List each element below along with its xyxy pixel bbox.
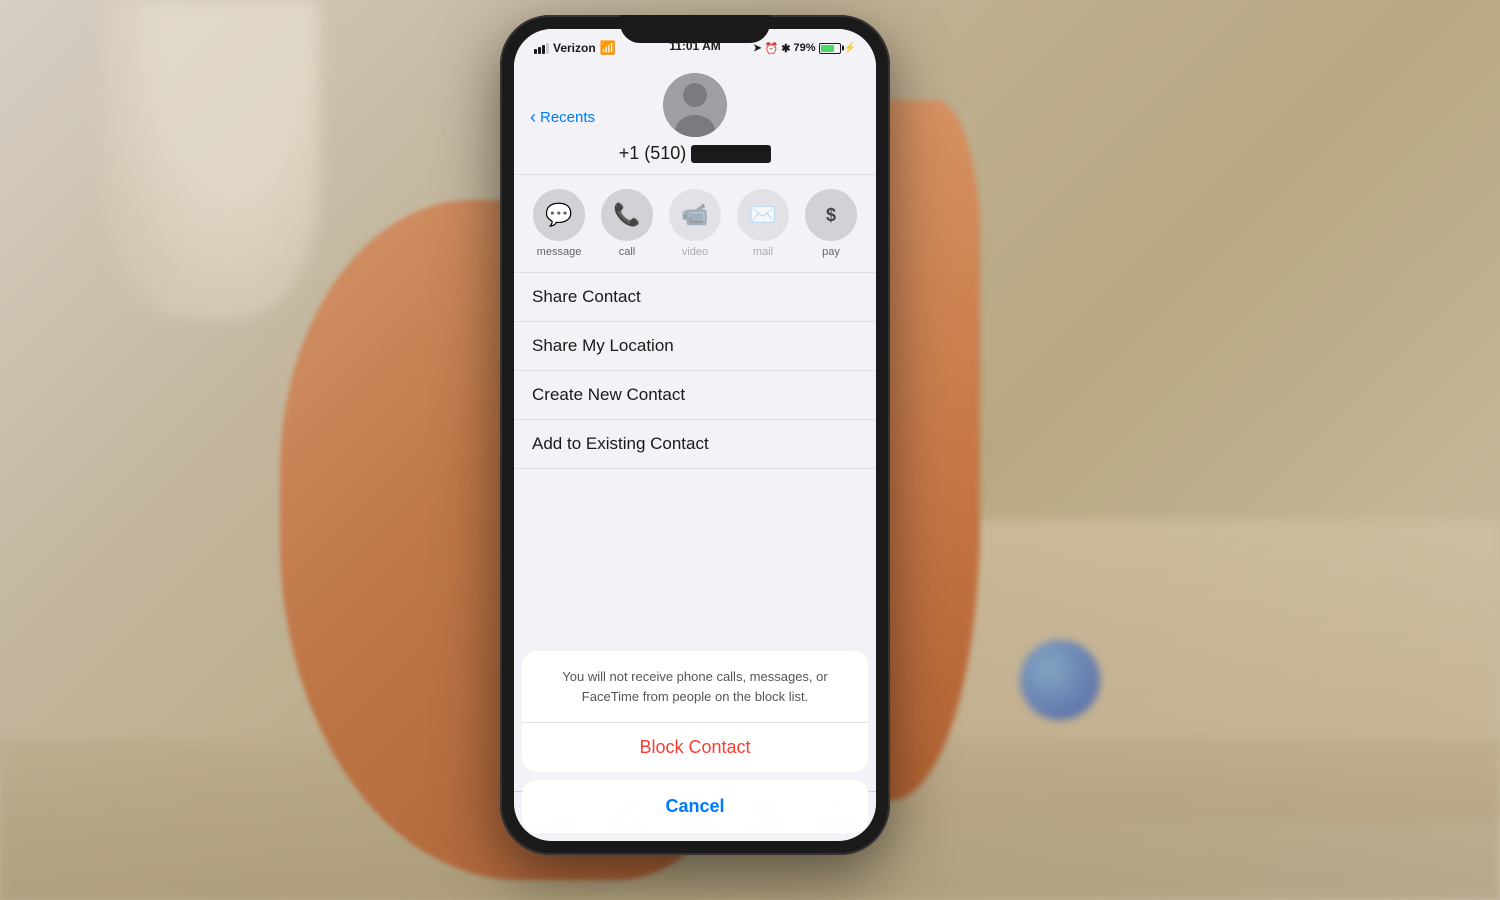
mail-button[interactable]: ✉️ mail [737, 189, 789, 258]
battery-icon [819, 43, 841, 54]
share-location-item[interactable]: Share My Location [514, 322, 876, 371]
avatar [663, 73, 727, 137]
phone-screen: Verizon 📶 11:01 AM ➤ ⏰ ✱ 79% ⚡ [514, 29, 876, 841]
signal-bar-4 [546, 43, 549, 54]
call-label: call [619, 246, 636, 258]
add-existing-item[interactable]: Add to Existing Contact [514, 420, 876, 469]
video-icon: 📹 [669, 189, 721, 241]
message-button[interactable]: 💬 message [533, 189, 585, 258]
alert-overlay: You will not receive phone calls, messag… [514, 651, 876, 841]
pay-label: pay [822, 246, 840, 258]
create-contact-item[interactable]: Create New Contact [514, 371, 876, 420]
avatar-svg [663, 73, 727, 137]
alert-card: You will not receive phone calls, messag… [522, 651, 868, 772]
cancel-label: Cancel [665, 796, 724, 816]
call-icon: 📞 [601, 189, 653, 241]
signal-bar-3 [542, 45, 545, 54]
share-location-label: Share My Location [532, 336, 674, 355]
charging-icon: ⚡ [844, 43, 856, 54]
video-button[interactable]: 📹 video [669, 189, 721, 258]
share-contact-label: Share Contact [532, 287, 641, 306]
wifi-icon: 📶 [600, 40, 616, 56]
signal-bar-1 [534, 49, 537, 54]
block-contact-button[interactable]: Block Contact [522, 723, 868, 772]
carrier-label: Verizon [553, 41, 596, 55]
notch [620, 15, 770, 43]
bluetooth-icon: ✱ [781, 42, 790, 55]
add-existing-label: Add to Existing Contact [532, 434, 709, 453]
phone-redacted [691, 145, 771, 163]
phone-prefix: +1 (510) [619, 143, 687, 163]
cancel-button[interactable]: Cancel [522, 780, 868, 833]
back-button[interactable]: ‹ Recents [530, 107, 595, 128]
phone: Verizon 📶 11:01 AM ➤ ⏰ ✱ 79% ⚡ [500, 15, 890, 855]
phone-body: Verizon 📶 11:01 AM ➤ ⏰ ✱ 79% ⚡ [500, 15, 890, 855]
signal-bar-2 [538, 47, 541, 54]
alarm-icon: ⏰ [765, 42, 779, 55]
alert-message: You will not receive phone calls, messag… [522, 651, 868, 723]
video-label: video [682, 246, 708, 258]
block-contact-label: Block Contact [639, 737, 750, 757]
location-icon: ➤ [753, 43, 761, 54]
mail-icon: ✉️ [737, 189, 789, 241]
signal-icon [534, 43, 549, 54]
mail-label: mail [753, 246, 773, 258]
phone-number: +1 (510) [530, 143, 860, 164]
call-button[interactable]: 📞 call [601, 189, 653, 258]
action-buttons-row: 💬 message 📞 call 📹 video ✉️ mail $ [514, 175, 876, 273]
create-contact-label: Create New Contact [532, 385, 685, 404]
back-label: Recents [540, 109, 595, 126]
pay-icon: $ [805, 189, 857, 241]
share-contact-item[interactable]: Share Contact [514, 273, 876, 322]
battery-fill [821, 45, 835, 52]
message-label: message [537, 246, 582, 258]
menu-list: Share Contact Share My Location Create N… [514, 273, 876, 469]
back-chevron-icon: ‹ [530, 107, 536, 128]
message-icon: 💬 [533, 189, 585, 241]
status-right: ➤ ⏰ ✱ 79% ⚡ [753, 42, 856, 55]
bg-ball [1020, 640, 1100, 720]
battery-percent: 79% [794, 42, 816, 54]
cancel-card: Cancel [522, 780, 868, 833]
pay-button[interactable]: $ pay [805, 189, 857, 258]
status-left: Verizon 📶 [534, 40, 616, 56]
